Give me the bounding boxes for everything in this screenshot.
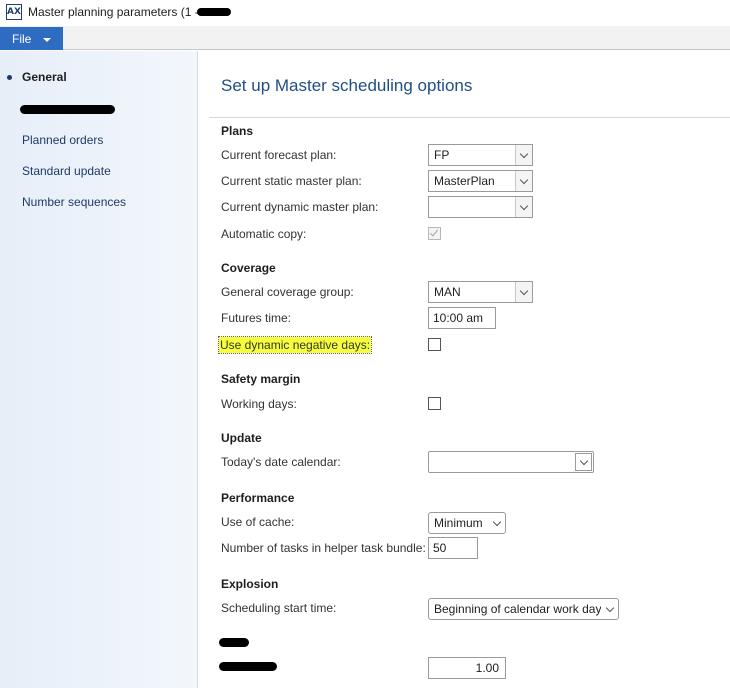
window-title: Master planning parameters (1 - xyxy=(28,5,199,19)
section-performance: Performance xyxy=(221,491,295,505)
section-explosion: Explosion xyxy=(221,577,279,591)
section-coverage: Coverage xyxy=(221,261,276,275)
general-coverage-group-value: MAN xyxy=(434,285,461,299)
bullet-icon xyxy=(7,75,12,80)
todays-date-calendar-select[interactable] xyxy=(428,451,594,473)
file-menu-button[interactable]: File xyxy=(0,27,63,50)
working-days-label: Working days: xyxy=(221,397,297,411)
redacted-section-header xyxy=(219,638,249,647)
dropdown-button[interactable] xyxy=(601,599,618,619)
chevron-down-icon xyxy=(579,456,588,465)
nav-item-standard-update[interactable]: Standard update xyxy=(22,164,111,178)
section-update: Update xyxy=(221,431,262,445)
dropdown-button[interactable] xyxy=(488,513,505,533)
current-forecast-plan-select[interactable]: FP xyxy=(428,144,533,166)
file-menu-label: File xyxy=(12,31,32,46)
redacted-field-label xyxy=(219,662,277,671)
chevron-down-icon xyxy=(519,149,529,158)
use-dynamic-negative-days-checkbox[interactable] xyxy=(428,338,441,351)
futures-time-label: Futures time: xyxy=(221,311,292,325)
automatic-copy-label: Automatic copy: xyxy=(221,227,307,241)
use-of-cache-value: Minimum xyxy=(434,516,483,530)
title-divider xyxy=(209,117,730,118)
dropdown-button[interactable] xyxy=(575,453,592,471)
current-forecast-plan-value: FP xyxy=(434,148,450,162)
nav-item-redacted[interactable] xyxy=(20,105,115,114)
use-of-cache-select[interactable]: Minimum xyxy=(428,512,506,534)
nav-item-number-sequences[interactable]: Number sequences xyxy=(22,195,126,209)
chevron-down-icon xyxy=(519,175,529,184)
chevron-down-icon xyxy=(519,201,529,210)
chevron-down-icon xyxy=(519,286,529,295)
scheduling-start-time-value: Beginning of calendar work day xyxy=(434,602,601,616)
general-coverage-group-label: General coverage group: xyxy=(221,285,354,299)
menu-bar: File xyxy=(0,26,730,50)
automatic-copy-checkbox[interactable] xyxy=(428,227,441,240)
redacted-field-input[interactable]: 1.00 xyxy=(428,657,506,679)
content-pane: Set up Master scheduling options Plans C… xyxy=(199,51,730,688)
scheduling-start-time-select[interactable]: Beginning of calendar work day xyxy=(428,598,619,620)
working-days-checkbox[interactable] xyxy=(428,397,441,410)
current-static-master-plan-value: MasterPlan xyxy=(434,174,495,188)
tasks-in-helper-bundle-input[interactable]: 50 xyxy=(428,537,478,559)
redacted-title-text xyxy=(197,8,231,16)
nav-item-planned-orders[interactable]: Planned orders xyxy=(22,133,103,147)
current-static-master-plan-label: Current static master plan: xyxy=(221,174,362,188)
current-forecast-plan-label: Current forecast plan: xyxy=(221,148,337,162)
dropdown-button[interactable] xyxy=(515,145,532,165)
section-plans: Plans xyxy=(221,124,254,138)
dropdown-button[interactable] xyxy=(515,197,532,217)
dropdown-button[interactable] xyxy=(515,282,532,302)
left-navigation: General Planned orders Standard update N… xyxy=(0,51,198,688)
title-bar: AX Master planning parameters (1 - xyxy=(0,0,730,26)
dropdown-button[interactable] xyxy=(515,171,532,191)
futures-time-input[interactable]: 10:00 am xyxy=(428,307,496,329)
chevron-down-icon xyxy=(43,37,52,42)
general-coverage-group-select[interactable]: MAN xyxy=(428,281,533,303)
checkmark-icon xyxy=(429,227,439,237)
current-dynamic-master-plan-label: Current dynamic master plan: xyxy=(221,200,379,214)
current-dynamic-master-plan-select[interactable] xyxy=(428,196,533,218)
chevron-down-icon xyxy=(605,603,614,612)
page-title: Set up Master scheduling options xyxy=(221,76,473,95)
section-safety-margin: Safety margin xyxy=(221,372,301,386)
current-static-master-plan-select[interactable]: MasterPlan xyxy=(428,170,533,192)
nav-item-general[interactable]: General xyxy=(22,70,67,84)
todays-date-calendar-label: Today's date calendar: xyxy=(221,455,341,469)
use-dynamic-negative-days-label: Use dynamic negative days: xyxy=(217,336,373,354)
chevron-down-icon xyxy=(492,517,501,526)
scheduling-start-time-label: Scheduling start time: xyxy=(221,601,337,615)
use-of-cache-label: Use of cache: xyxy=(221,515,295,529)
app-logo-icon: AX xyxy=(6,4,22,20)
tasks-in-helper-bundle-label: Number of tasks in helper task bundle: xyxy=(221,541,426,555)
